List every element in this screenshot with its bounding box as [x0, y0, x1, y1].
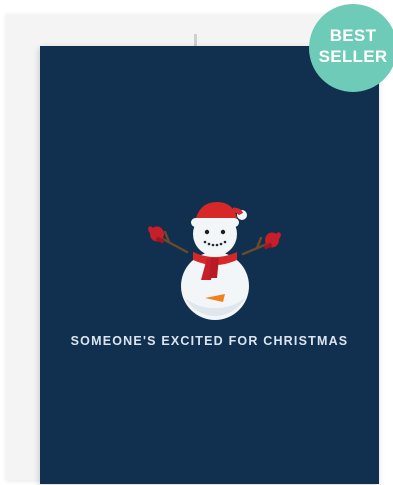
badge-line-1: BEST — [329, 26, 377, 45]
snowman-illustration — [148, 202, 281, 320]
mitten-left-icon — [148, 226, 165, 244]
badge-line-2: SELLER — [318, 47, 388, 66]
envelope-flap-edge — [194, 34, 197, 46]
greeting-card: SOMEONE'S EXCITED FOR CHRISTMAS — [40, 46, 379, 484]
snowman-right-arm — [241, 236, 269, 256]
best-seller-badge: BEST SELLER — [309, 4, 393, 92]
card-message: SOMEONE'S EXCITED FOR CHRISTMAS — [70, 334, 349, 348]
snowman-left-arm — [159, 230, 189, 254]
santa-hat-icon — [191, 202, 247, 227]
mitten-right-icon — [263, 232, 281, 250]
product-image: SOMEONE'S EXCITED FOR CHRISTMAS BEST SEL… — [0, 0, 393, 485]
